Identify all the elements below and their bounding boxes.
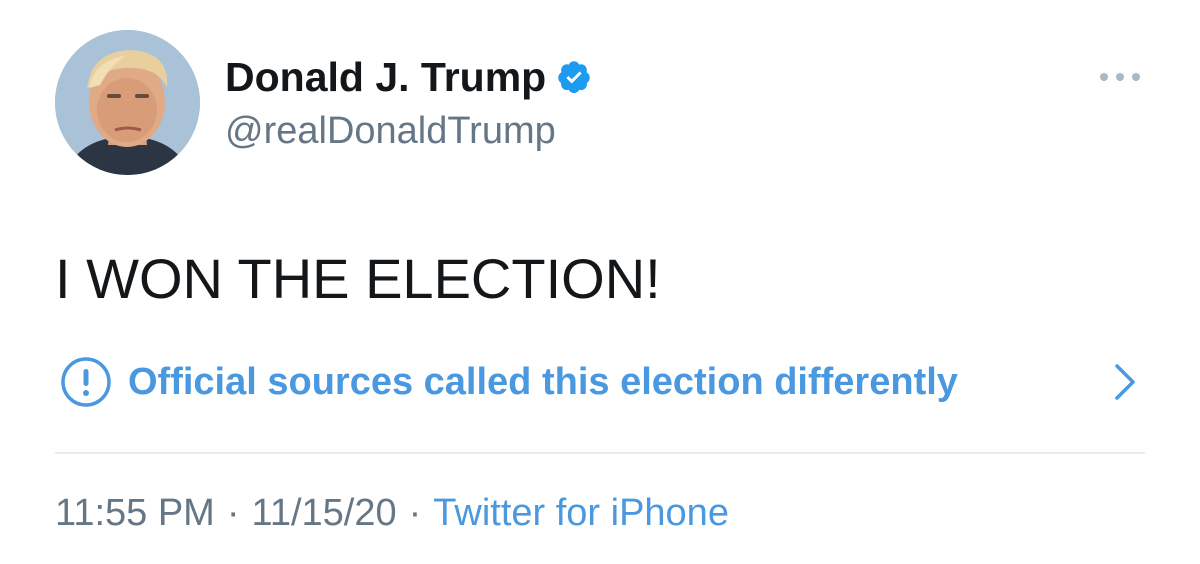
- user-info: Donald J. Trump @realDonaldTrump: [225, 50, 592, 156]
- exclamation-circle-icon: [61, 357, 111, 407]
- name-row: Donald J. Trump: [225, 50, 592, 104]
- tweet-date: 11/15/20: [251, 492, 397, 534]
- divider: [55, 452, 1145, 454]
- avatar[interactable]: [55, 30, 200, 175]
- user-handle[interactable]: @realDonaldTrump: [225, 106, 592, 156]
- election-notice-link[interactable]: Official sources called this election di…: [60, 354, 1145, 410]
- meta-separator: ·: [408, 492, 422, 534]
- tweet-meta: 11:55 PM · 11/15/20 · Twitter for iPhone: [55, 488, 729, 538]
- tweet-card: Donald J. Trump @realDonaldTrump I WON T…: [0, 0, 1200, 564]
- verified-badge-icon: [558, 61, 590, 94]
- more-options-icon[interactable]: [1098, 66, 1142, 88]
- tweet-text: I WON THE ELECTION!: [55, 247, 661, 310]
- tweet-source-link[interactable]: Twitter for iPhone: [433, 492, 729, 534]
- tweet-time: 11:55 PM: [55, 492, 215, 534]
- meta-separator: ·: [226, 492, 240, 534]
- avatar-image: [55, 30, 200, 175]
- chevron-right-icon: [1115, 364, 1135, 400]
- election-notice-text: Official sources called this election di…: [128, 360, 958, 403]
- display-name[interactable]: Donald J. Trump: [225, 50, 546, 104]
